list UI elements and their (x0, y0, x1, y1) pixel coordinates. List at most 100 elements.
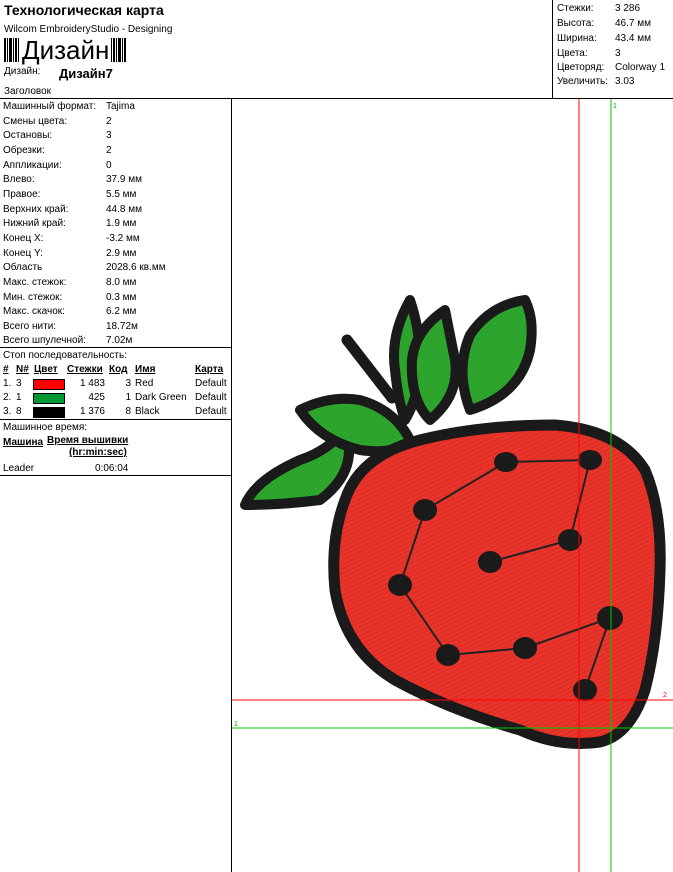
seq-name: Dark Green (135, 392, 187, 403)
prop-value: 7.02м (106, 335, 133, 346)
prop-value: 2 (106, 116, 112, 127)
col-n: N# (16, 364, 29, 375)
machine-time-value: 0:06:04 (95, 463, 129, 474)
prop-value: 37.9 мм (106, 174, 142, 185)
stat-label: Высота: (557, 18, 595, 29)
seq-chart: Default (195, 378, 227, 389)
seq-code: 3 (125, 378, 131, 389)
stat-label: Цвета: (557, 48, 588, 59)
page-title: Технологическая карта (4, 2, 164, 18)
seq-n: 8 (16, 406, 22, 417)
prop-label: Всего шпулечной: (3, 335, 86, 346)
barcode: Дизайн (4, 36, 129, 64)
col-code: Код (109, 364, 128, 375)
stat-label: Стежки: (557, 3, 594, 14)
barcode-icon-end (111, 38, 127, 62)
prop-label: Всего нити: (3, 321, 57, 332)
prop-value: 2028.6 кв.мм (106, 262, 166, 273)
color-swatch (33, 379, 65, 390)
marker-top: 1 (613, 103, 617, 110)
color-swatch (33, 407, 65, 418)
prop-value: 8.0 мм (106, 277, 137, 288)
prop-label: Мин. стежок: (3, 292, 63, 303)
prop-label: Конец Y: (3, 248, 43, 259)
prop-label: Верхних край: (3, 204, 69, 215)
prop-label: Область (3, 262, 43, 273)
seq-num: 1. (3, 378, 12, 389)
prop-label: Машинный формат: (3, 101, 97, 112)
prop-value: 0 (106, 160, 112, 171)
prop-value: -3.2 мм (106, 233, 140, 244)
color-swatch (33, 393, 65, 404)
section-divider (0, 347, 231, 348)
stat-value: 3.03 (615, 76, 635, 87)
stat-value: 3 286 (615, 3, 641, 14)
seq-name: Red (135, 378, 154, 389)
stat-value: 46.7 мм (615, 18, 651, 29)
marker-right: 2 (663, 692, 667, 699)
col-num: # (3, 364, 9, 375)
seq-name: Black (135, 406, 160, 417)
seq-stitches: 1 376 (79, 406, 105, 417)
sequence-title: Стоп последовательность: (3, 350, 127, 361)
prop-label: Обрезки: (3, 145, 45, 156)
app-subtitle: Wilcom EmbroideryStudio - Designing (4, 24, 173, 35)
prop-value: 0.3 мм (106, 292, 137, 303)
col-chart: Карта (195, 364, 224, 375)
stat-value: 3 (615, 48, 621, 59)
col-time-unit: (hr:min:sec) (69, 447, 127, 458)
prop-value: 2 (106, 145, 112, 156)
stat-value: Colorway 1 (615, 62, 666, 73)
prop-label: Нижний край: (3, 218, 66, 229)
design-label: Дизайн: (4, 66, 41, 77)
prop-label: Остановы: (3, 130, 53, 141)
marker-left: 1 (234, 721, 238, 728)
prop-label: Макс. стежок: (3, 277, 67, 288)
seq-num: 3. (3, 406, 12, 417)
stats-box: Стежки: 3 286 Высота: 46.7 мм Ширина: 43… (552, 0, 673, 98)
col-time: Время вышивки (47, 435, 129, 446)
prop-label: Правое: (3, 189, 41, 200)
design-canvas[interactable]: 1 2 1 (232, 99, 673, 872)
seq-stitches: 1 483 (79, 378, 105, 389)
stem-shape (341, 334, 398, 404)
seq-code: 8 (125, 406, 131, 417)
prop-label: Макс. скачок: (3, 306, 65, 317)
seq-n: 1 (16, 392, 22, 403)
stat-label: Ширина: (557, 33, 597, 44)
prop-value: Tajima (106, 101, 135, 112)
seq-code: 1 (125, 392, 131, 403)
stat-label: Цветоряд: (557, 62, 605, 73)
prop-value: 3 (106, 130, 112, 141)
seq-chart: Default (195, 392, 227, 403)
left-panel: Машинный формат: Tajima Смены цвета: 2 О… (0, 99, 232, 872)
prop-value: 44.8 мм (106, 204, 142, 215)
col-name: Имя (135, 364, 156, 375)
prop-label: Конец X: (3, 233, 44, 244)
col-color: Цвет (34, 364, 58, 375)
stat-value: 43.4 мм (615, 33, 651, 44)
prop-label: Влево: (3, 174, 35, 185)
col-stitches: Стежки (67, 364, 103, 375)
prop-label: Смены цвета: (3, 116, 68, 127)
seq-chart: Default (195, 406, 227, 417)
seq-stitches: 425 (88, 392, 105, 403)
prop-label: Аппликации: (3, 160, 62, 171)
seq-num: 2. (3, 392, 12, 403)
prop-value: 18.72м (106, 321, 138, 332)
prop-value: 6.2 мм (106, 306, 137, 317)
stat-label: Увеличить: (557, 76, 609, 87)
section-divider (0, 419, 231, 420)
machine-time-title: Машинное время: (3, 422, 88, 433)
prop-value: 2.9 мм (106, 248, 137, 259)
prop-value: 5.5 мм (106, 189, 137, 200)
barcode-icon (4, 38, 20, 62)
barcode-text: Дизайн (22, 35, 110, 65)
prop-value: 1.9 мм (106, 218, 137, 229)
seq-n: 3 (16, 378, 22, 389)
design-name: Дизайн7 (59, 66, 113, 81)
embroidery-preview: 1 2 1 (232, 99, 673, 872)
section-divider (0, 475, 231, 476)
machine-name: Leader (3, 463, 35, 474)
col-machine: Машина (3, 437, 44, 448)
